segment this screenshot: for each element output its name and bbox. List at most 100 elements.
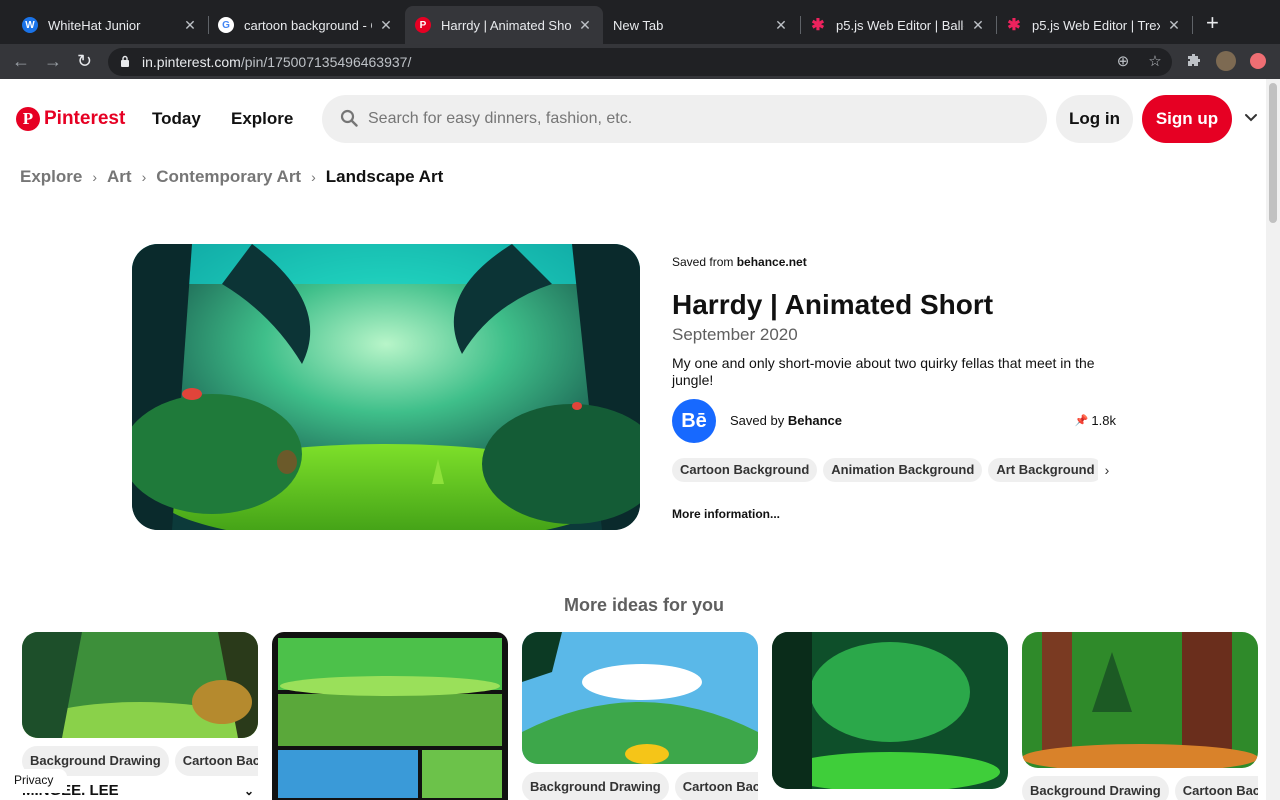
pin-description: My one and only short-movie about two qu…: [672, 355, 1095, 388]
chevron-right-icon: ›: [141, 169, 147, 185]
browser-tab-whitehat[interactable]: W WhiteHat Junior ✕: [12, 6, 208, 44]
browser-tab-p5-balloon[interactable]: ✱ p5.js Web Editor | Ballo ✕: [800, 6, 996, 44]
browser-tab-p5-trex[interactable]: ✱ p5.js Web Editor | Trex ✕: [996, 6, 1192, 44]
behance-avatar[interactable]: Bē: [672, 399, 716, 443]
tab-title: cartoon background - G: [244, 17, 372, 33]
new-tab-icon[interactable]: +: [1206, 12, 1219, 34]
saved-from: Saved from behance.net: [672, 255, 1116, 269]
idea-image[interactable]: [772, 632, 1008, 789]
idea-tags: Background DrawingCartoon Back: [1022, 776, 1258, 800]
pinterest-logo[interactable]: P Pinterest: [16, 107, 125, 131]
privacy-link[interactable]: Privacy: [0, 769, 68, 793]
save-count-value: 1.8k: [1091, 413, 1116, 428]
tag-cartoon-background[interactable]: Cartoon Back: [174, 746, 258, 776]
save-count: 📌 1.8k: [1075, 413, 1116, 428]
breadcrumb-landscape-art[interactable]: Landscape Art: [326, 167, 443, 187]
tag-background-drawing[interactable]: Background Drawing: [522, 772, 669, 800]
browser-tab-pinterest[interactable]: P Harrdy | Animated Shor ✕: [405, 6, 603, 44]
browser-tab-bar: W WhiteHat Junior ✕ G cartoon background…: [0, 0, 1280, 44]
chevron-right-icon: ›: [92, 169, 98, 185]
tab-title: WhiteHat Junior: [48, 17, 141, 33]
chevron-down-icon[interactable]: ⌄: [244, 784, 254, 798]
p5-icon: ✱: [1007, 17, 1021, 34]
idea-card[interactable]: Background DrawingCartoon Back: [522, 632, 758, 800]
p5-icon: ✱: [811, 17, 825, 34]
tab-title: p5.js Web Editor | Trex: [1032, 17, 1160, 33]
saved-from-label: Saved from: [672, 255, 734, 269]
search-icon: [340, 109, 358, 127]
tab-title: Harrdy | Animated Shor: [441, 17, 571, 33]
saved-from-link[interactable]: behance.net: [737, 255, 807, 269]
close-icon[interactable]: ✕: [577, 17, 593, 34]
reload-icon[interactable]: ↻: [77, 50, 92, 72]
close-icon[interactable]: ✕: [970, 17, 986, 34]
browser-tab-google[interactable]: G cartoon background - G ✕: [208, 6, 404, 44]
tab-title: New Tab: [613, 17, 664, 33]
search-bar[interactable]: [322, 95, 1047, 143]
chip-cartoon-background[interactable]: Cartoon Background: [672, 458, 818, 482]
idea-card[interactable]: [772, 632, 1008, 789]
page-scrollbar[interactable]: [1266, 79, 1280, 800]
saved-by: Saved by Behance: [730, 413, 842, 428]
pinterest-icon: P: [415, 17, 431, 33]
more-ideas-heading: More ideas for you: [563, 595, 725, 615]
google-icon: G: [218, 17, 234, 33]
search-input[interactable]: [368, 95, 1028, 143]
topic-chips: Cartoon Background Animation Background Ar…: [672, 458, 1116, 482]
pinterest-icon: P: [16, 107, 40, 131]
whitehat-icon: W: [22, 17, 38, 33]
close-icon[interactable]: ✕: [182, 17, 198, 34]
extension-badge-icon[interactable]: [1250, 53, 1266, 69]
logo-text: Pinterest: [44, 108, 126, 129]
idea-tags: Background DrawingCartoon Back: [522, 772, 758, 800]
nav-explore[interactable]: Explore: [231, 109, 293, 129]
nav-today[interactable]: Today: [152, 109, 201, 129]
add-icon[interactable]: ⊕: [1114, 53, 1132, 71]
close-icon[interactable]: ✕: [378, 17, 394, 34]
url-text: in.pinterest.com/pin/175007135496463937/: [142, 54, 411, 70]
extensions-icon[interactable]: [1185, 52, 1203, 70]
idea-card[interactable]: [272, 632, 508, 800]
tab-divider: [1192, 16, 1193, 34]
back-icon[interactable]: ←: [12, 50, 30, 72]
chip-animation-background[interactable]: Animation Background: [823, 458, 983, 482]
url-path: /pin/175007135496463937/: [240, 54, 412, 70]
tag-cartoon-background[interactable]: Cartoon Back: [674, 772, 758, 800]
idea-image[interactable]: [522, 632, 758, 764]
pin-details: Saved from behance.net Harrdy | Animated…: [672, 255, 1116, 521]
browser-tab-newtab[interactable]: New Tab ✕: [603, 6, 799, 44]
chevron-right-icon[interactable]: ›: [1098, 458, 1116, 482]
address-bar[interactable]: in.pinterest.com/pin/175007135496463937/…: [108, 48, 1172, 76]
breadcrumb: Explore › Art › Contemporary Art › Lands…: [20, 167, 443, 187]
profile-avatar[interactable]: [1216, 51, 1236, 71]
chip-art-background[interactable]: Art Background: [988, 458, 1103, 482]
forward-icon[interactable]: →: [44, 50, 62, 72]
chevron-down-icon[interactable]: [1244, 111, 1258, 125]
close-icon[interactable]: ✕: [1166, 17, 1182, 34]
tag-cartoon-background[interactable]: Cartoon Back: [1174, 776, 1258, 800]
signup-button[interactable]: Sign up: [1142, 95, 1232, 143]
pin-icon: 📌: [1074, 415, 1089, 427]
idea-image[interactable]: [22, 632, 258, 738]
pin-title: Harrdy | Animated Short: [672, 289, 994, 320]
breadcrumb-contemporary-art[interactable]: Contemporary Art: [156, 167, 301, 187]
scrollbar-thumb[interactable]: [1269, 83, 1277, 223]
tab-title: p5.js Web Editor | Ballo: [836, 17, 964, 33]
idea-image[interactable]: [1022, 632, 1258, 768]
close-icon[interactable]: ✕: [773, 17, 789, 34]
chevron-right-icon: ›: [311, 169, 316, 185]
more-information-link[interactable]: More information...: [672, 507, 780, 521]
star-icon[interactable]: ☆: [1146, 53, 1164, 71]
lock-icon: [121, 55, 129, 67]
saved-by-name[interactable]: Behance: [788, 413, 842, 428]
idea-card[interactable]: Background DrawingCartoon Back: [1022, 632, 1258, 800]
breadcrumb-art[interactable]: Art: [107, 167, 132, 187]
tag-background-drawing[interactable]: Background Drawing: [1022, 776, 1169, 800]
pin-image[interactable]: [132, 244, 640, 530]
idea-image[interactable]: [272, 632, 508, 800]
saved-by-row: Bē Saved by Behance 📌 1.8k: [672, 399, 1116, 443]
breadcrumb-explore[interactable]: Explore: [20, 167, 82, 187]
site-header: P Pinterest Today Explore Log in Sign up: [0, 79, 1266, 159]
browser-toolbar: ← → ↻ in.pinterest.com/pin/1750071354964…: [0, 44, 1280, 79]
login-button[interactable]: Log in: [1056, 95, 1133, 143]
